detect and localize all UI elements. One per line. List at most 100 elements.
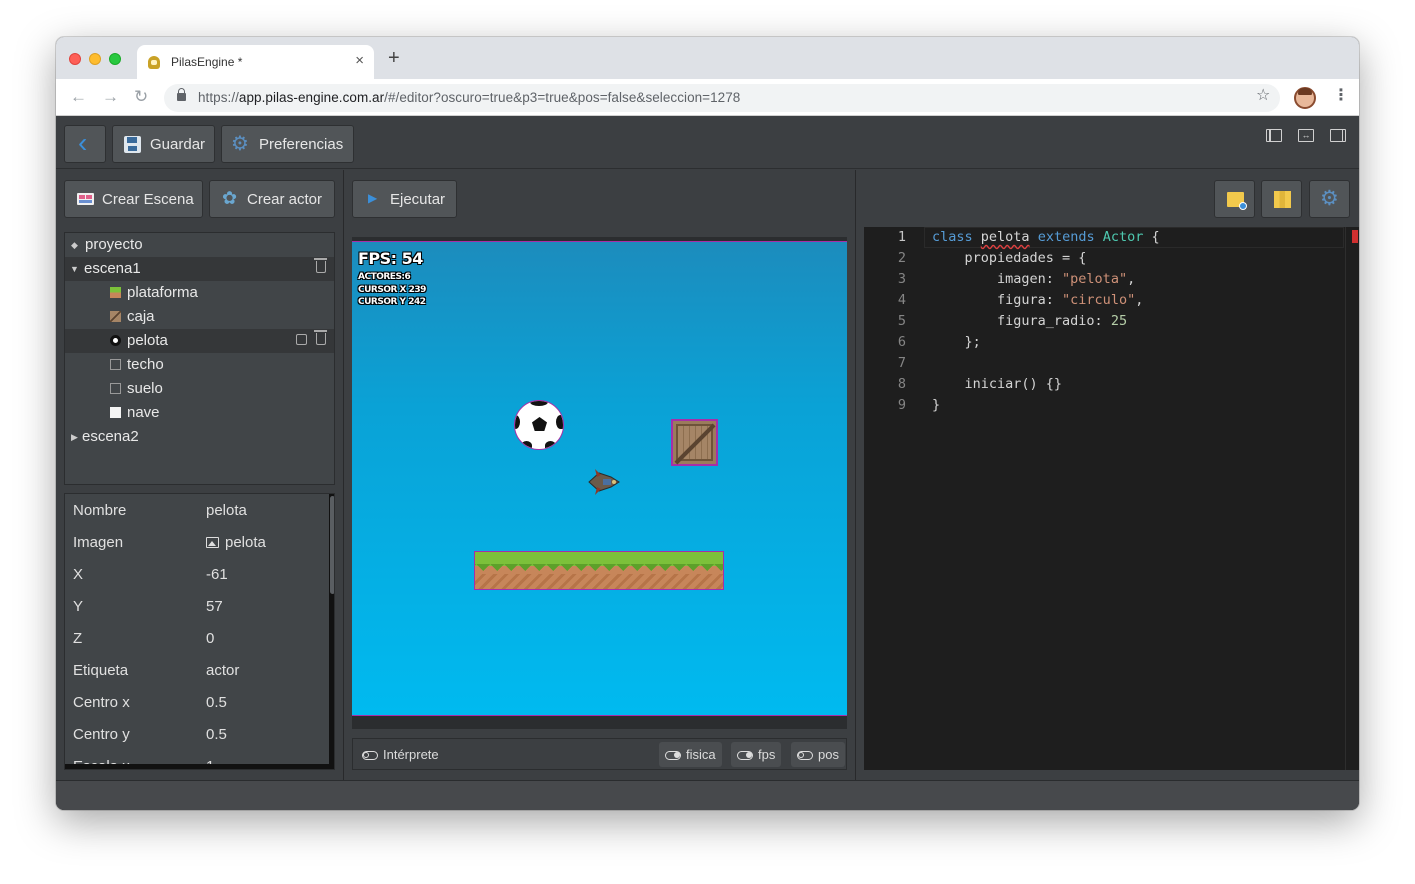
- tree-item-escena1[interactable]: ▼ escena1: [65, 257, 334, 281]
- new-tab-button[interactable]: +: [388, 48, 400, 68]
- browser-tab[interactable]: PilasEngine * ×: [137, 45, 374, 79]
- prop-centro-x[interactable]: Centro x 0.5: [65, 686, 327, 718]
- open-project-button[interactable]: [1214, 180, 1255, 218]
- save-button[interactable]: Guardar: [112, 125, 215, 163]
- prop-centro-y[interactable]: Centro y 0.5: [65, 718, 327, 750]
- browser-menu-icon[interactable]: ⋮: [1333, 87, 1349, 105]
- tree-item-caja[interactable]: caja: [65, 305, 334, 329]
- caret-down-icon[interactable]: ▼: [70, 264, 79, 274]
- minimize-window-button[interactable]: [89, 53, 101, 65]
- prop-etiqueta[interactable]: Etiqueta actor: [65, 654, 327, 686]
- close-window-button[interactable]: [69, 53, 81, 65]
- code-line-4[interactable]: 4 figura: "circulo",: [864, 290, 1359, 311]
- tab-title: PilasEngine *: [171, 55, 243, 69]
- code-line-1[interactable]: 1 class pelota extends Actor {: [864, 227, 1359, 248]
- prop-y[interactable]: Y 57: [65, 590, 327, 622]
- profile-avatar[interactable]: [1294, 87, 1316, 109]
- run-label: Ejecutar: [390, 191, 446, 208]
- code-editor[interactable]: 1 class pelota extends Actor { 2 propied…: [864, 227, 1359, 770]
- prop-z[interactable]: Z0: [65, 622, 327, 654]
- tree-item-pelota[interactable]: pelota: [65, 329, 334, 353]
- layout-right-panel-icon[interactable]: [1330, 129, 1346, 142]
- pilas-editor: ‹ Guardar ⚙ Preferencias ↔ Crear Escena …: [56, 117, 1359, 810]
- game-canvas-frame: FPS: 54 ACTORES:6 CURSOR X 239 CURSOR Y …: [352, 237, 847, 729]
- forward-arrow-icon[interactable]: →: [102, 88, 119, 106]
- game-canvas[interactable]: FPS: 54 ACTORES:6 CURSOR X 239 CURSOR Y …: [352, 241, 847, 716]
- manual-button[interactable]: [1261, 180, 1302, 218]
- code-line-3[interactable]: 3 imagen: "pelota",: [864, 269, 1359, 290]
- reload-icon[interactable]: ↻: [134, 88, 148, 106]
- create-scene-label: Crear Escena: [102, 191, 194, 208]
- back-arrow-icon[interactable]: ←: [70, 88, 87, 106]
- prop-x[interactable]: X -61: [65, 558, 327, 590]
- editor-settings-button[interactable]: ⚙: [1309, 180, 1350, 218]
- hud-actors: ACTORES:6: [358, 272, 411, 282]
- properties-bottom-edge: [65, 764, 334, 769]
- pos-toggle[interactable]: pos: [791, 742, 845, 767]
- tree-item-techo[interactable]: techo: [65, 353, 334, 377]
- url-field[interactable]: https://app.pilas-engine.com.ar/#/editor…: [164, 84, 1280, 112]
- hud-cursor-y: CURSOR Y 242: [358, 297, 426, 307]
- run-button[interactable]: ▶ Ejecutar: [352, 180, 457, 218]
- preferences-label: Preferencias: [259, 136, 344, 153]
- fps-toggle[interactable]: fps: [731, 742, 782, 767]
- prop-imagen[interactable]: Imagen pelota: [65, 526, 327, 558]
- diamond-icon: ◆: [71, 240, 78, 250]
- code-line-8[interactable]: 8 iniciar() {}: [864, 374, 1359, 395]
- create-actor-button[interactable]: ✿ Crear actor: [209, 180, 335, 218]
- status-bar: [56, 780, 1359, 810]
- back-button[interactable]: ‹: [64, 125, 106, 163]
- create-scene-button[interactable]: Crear Escena: [64, 180, 203, 218]
- code-line-7[interactable]: 7: [864, 353, 1359, 374]
- floppy-disk-icon: [124, 136, 141, 153]
- duplicate-actor-icon[interactable]: [296, 334, 307, 345]
- properties-scrollbar[interactable]: [329, 494, 334, 769]
- scene-tree: ◆ proyecto ▼ escena1 plataforma caja pel…: [64, 232, 335, 485]
- code-line-6[interactable]: 6 };: [864, 332, 1359, 353]
- code-line-5[interactable]: 5 figura_radio: 25: [864, 311, 1359, 332]
- panel-divider-right: [855, 170, 856, 780]
- maximize-window-button[interactable]: [109, 53, 121, 65]
- save-label: Guardar: [150, 136, 206, 153]
- tab-close-icon[interactable]: ×: [355, 52, 364, 69]
- tree-item-escena2[interactable]: ▶ escena2: [65, 425, 334, 449]
- map-icon: [1274, 191, 1291, 208]
- overview-ruler[interactable]: [1345, 227, 1359, 770]
- caret-right-icon[interactable]: ▶: [71, 432, 78, 443]
- interpreter-toggle[interactable]: Intérprete: [362, 747, 439, 762]
- tree-item-proyecto[interactable]: ◆ proyecto: [65, 233, 334, 257]
- actor-nave[interactable]: [585, 465, 621, 499]
- scrollbar-thumb[interactable]: [330, 496, 334, 594]
- code-line-9[interactable]: 9 }: [864, 395, 1359, 416]
- actor-pelota[interactable]: [514, 400, 564, 450]
- layout-left-panel-icon[interactable]: [1266, 129, 1282, 142]
- empty-thumb-icon: [110, 383, 121, 394]
- code-line-2[interactable]: 2 propiedades = {: [864, 248, 1359, 269]
- hud-cursor-x: CURSOR X 239: [358, 285, 426, 295]
- actor-plataforma[interactable]: [474, 551, 724, 590]
- fisica-toggle[interactable]: fisica: [659, 742, 722, 767]
- ship-thumb-icon: [110, 407, 121, 418]
- panel-divider-left: [343, 170, 344, 780]
- actor-caja[interactable]: [671, 419, 718, 466]
- create-actor-label: Crear actor: [247, 191, 323, 208]
- top-toolbar: ‹ Guardar ⚙ Preferencias ↔: [56, 117, 1359, 169]
- toggle-off-icon: [797, 751, 813, 760]
- tree-item-suelo[interactable]: suelo: [65, 377, 334, 401]
- preferences-button[interactable]: ⚙ Preferencias: [221, 125, 354, 163]
- tree-item-plataforma[interactable]: plataforma: [65, 281, 334, 305]
- image-icon: [206, 537, 219, 548]
- toggle-on-icon: [737, 751, 753, 760]
- prop-nombre[interactable]: Nombre pelota: [65, 494, 327, 526]
- toggle-on-icon: [665, 751, 681, 760]
- delete-scene-icon[interactable]: [314, 258, 327, 273]
- delete-actor-icon[interactable]: [314, 330, 327, 345]
- bookmark-star-icon[interactable]: ☆: [1256, 88, 1270, 104]
- crate-thumb-icon: [110, 311, 121, 322]
- pilas-favicon-icon: [148, 56, 160, 69]
- tree-item-nave[interactable]: nave: [65, 401, 334, 425]
- url-text[interactable]: https://app.pilas-engine.com.ar/#/editor…: [198, 90, 740, 105]
- toggle-off-icon: [362, 751, 378, 760]
- layout-center-icon[interactable]: ↔: [1298, 129, 1314, 142]
- scene-icon: [77, 193, 94, 205]
